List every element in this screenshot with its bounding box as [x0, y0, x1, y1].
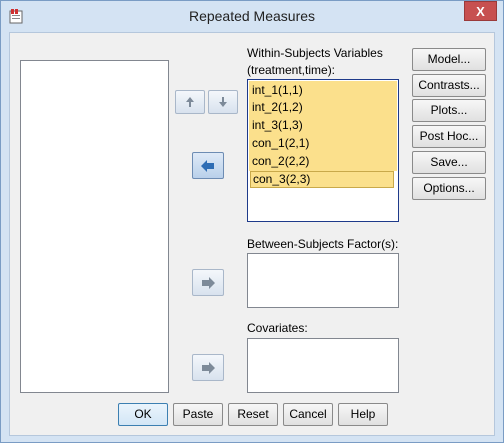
covariates-label: Covariates: — [247, 321, 308, 335]
list-item[interactable]: int_2(1,2) — [250, 99, 394, 116]
contrasts-button[interactable]: Contrasts... — [412, 74, 486, 97]
arrow-down-icon — [219, 97, 227, 107]
source-variable-list[interactable] — [20, 60, 169, 393]
move-between-button[interactable] — [192, 269, 224, 296]
arrow-left-icon — [201, 159, 214, 172]
move-up-button[interactable] — [175, 90, 205, 114]
within-subjects-factors-label: (treatment,time): — [247, 63, 336, 77]
list-item[interactable]: int_3(1,3) — [250, 117, 394, 134]
list-item-focused[interactable]: con_3(2,3) — [250, 171, 394, 188]
within-subjects-label: Within-Subjects Variables — [247, 46, 383, 60]
cancel-button[interactable]: Cancel — [283, 403, 333, 426]
list-item[interactable]: int_1(1,1) — [250, 82, 394, 99]
reset-button[interactable]: Reset — [228, 403, 278, 426]
arrow-up-icon — [186, 97, 194, 107]
save-button[interactable]: Save... — [412, 151, 486, 174]
move-covariates-button[interactable] — [192, 354, 224, 381]
window-title: Repeated Measures — [188, 8, 316, 24]
plots-button[interactable]: Plots... — [412, 99, 486, 122]
title-bar[interactable]: Repeated Measures X — [1, 1, 503, 31]
move-within-button[interactable] — [192, 152, 224, 179]
post-hoc-button[interactable]: Post Hoc... — [412, 125, 486, 148]
model-button[interactable]: Model... — [412, 48, 486, 71]
covariates-list[interactable] — [247, 338, 399, 393]
help-button[interactable]: Help — [338, 403, 388, 426]
move-down-button[interactable] — [208, 90, 238, 114]
options-button[interactable]: Options... — [412, 177, 486, 200]
arrow-right-icon — [202, 276, 215, 289]
between-subjects-label: Between-Subjects Factor(s): — [247, 237, 399, 251]
list-item[interactable]: con_2(2,2) — [250, 153, 394, 170]
paste-button[interactable]: Paste — [173, 403, 223, 426]
between-subjects-list[interactable] — [247, 253, 399, 308]
repeated-measures-dialog: Repeated Measures X Within-Subjects Vari… — [0, 0, 504, 443]
within-subjects-list[interactable]: int_1(1,1) int_2(1,2) int_3(1,3) con_1(2… — [247, 79, 399, 222]
arrow-right-icon — [202, 361, 215, 374]
ok-button[interactable]: OK — [118, 403, 168, 426]
list-item[interactable]: con_1(2,1) — [250, 135, 394, 152]
close-button[interactable]: X — [464, 1, 497, 21]
